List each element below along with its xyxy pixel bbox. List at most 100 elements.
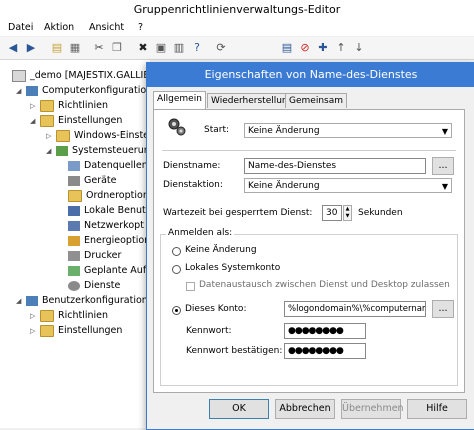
- gear-icon: [68, 280, 80, 291]
- checkbox-datenaustausch[interactable]: [186, 282, 195, 291]
- scissors-icon[interactable]: ✂: [92, 41, 106, 55]
- divider: [162, 150, 456, 151]
- menu-datei[interactable]: Datei: [8, 22, 33, 33]
- tree-netzwerkoptionen[interactable]: Netzwerkopt: [68, 218, 144, 233]
- tab-allgemein[interactable]: Allgemein: [153, 91, 206, 109]
- tree-view-icon[interactable]: ▦: [68, 41, 82, 55]
- folder-icon: [40, 114, 54, 127]
- window-title: Gruppenrichtlinienverwaltungs-Editor: [133, 3, 341, 16]
- forward-arrow-icon[interactable]: ▶: [24, 41, 38, 55]
- folder-up-icon[interactable]: ▤: [50, 41, 64, 55]
- delete-icon[interactable]: ✖: [136, 41, 150, 55]
- refresh-icon[interactable]: ⟳: [214, 41, 228, 55]
- menu-help[interactable]: ?: [138, 22, 143, 33]
- dienstname-input[interactable]: Name-des-Dienstes: [244, 158, 426, 174]
- collapse-icon[interactable]: ◢: [16, 84, 24, 99]
- browse-service-button[interactable]: ...: [432, 157, 454, 175]
- user-icon: [26, 295, 38, 306]
- stop-icon[interactable]: ⊘: [298, 41, 312, 55]
- menu-bar: Datei Aktion Ansicht ?: [0, 19, 474, 36]
- tree-ordneroptionen[interactable]: Ordneroption: [68, 188, 149, 203]
- dienstaktion-label: Dienstaktion:: [163, 180, 223, 190]
- ok-button[interactable]: OK: [209, 399, 269, 419]
- folder-icon: [40, 99, 54, 112]
- dialog-title: Eigenschaften von Name-des-Dienstes: [204, 68, 418, 81]
- folder-icon: [40, 309, 54, 322]
- network-icon: [68, 220, 80, 231]
- task-icon: [68, 265, 80, 276]
- abbrechen-button[interactable]: Abbrechen: [275, 399, 335, 419]
- tree-einstellungen-2[interactable]: ▷ Einstellungen: [30, 323, 122, 338]
- expand-icon[interactable]: ▷: [30, 99, 38, 114]
- tree-benutzer-config[interactable]: ◢ Benutzerkonfiguration: [16, 293, 148, 308]
- policy-icon: [12, 69, 26, 82]
- collapse-icon[interactable]: ◢: [30, 114, 38, 129]
- menu-ansicht[interactable]: Ansicht: [89, 22, 124, 33]
- tree-systemsteuerung[interactable]: ◢ Systemsteuerung: [46, 143, 156, 158]
- export-icon[interactable]: ▥: [172, 41, 186, 55]
- up-icon[interactable]: ↑: [334, 41, 348, 55]
- tree-windows-einstellungen[interactable]: ▷ Windows-Einste: [46, 128, 149, 143]
- radio-dieses-konto[interactable]: [172, 306, 181, 315]
- expand-icon[interactable]: ▷: [46, 129, 54, 144]
- back-arrow-icon[interactable]: ◀: [6, 41, 20, 55]
- konto-input[interactable]: %logondomain%\%computernam: [284, 301, 426, 317]
- chevron-down-icon: ▼: [441, 182, 448, 191]
- tree-geraete[interactable]: Geräte: [68, 173, 117, 188]
- kennwort-input[interactable]: ●●●●●●●●: [284, 323, 366, 339]
- tab-wiederherstellung[interactable]: Wiederherstellung: [207, 93, 298, 108]
- tree-drucker[interactable]: Drucker: [68, 248, 121, 263]
- tree-energieoptionen[interactable]: Energieoption: [68, 233, 150, 248]
- tree-richtlinien-1[interactable]: ▷ Richtlinien: [30, 98, 108, 113]
- start-select[interactable]: Keine Änderung ▼: [244, 123, 452, 138]
- expand-icon[interactable]: ▷: [30, 309, 38, 324]
- dialog-titlebar[interactable]: Eigenschaften von Name-des-Dienstes: [147, 63, 474, 87]
- tree-einstellungen-1[interactable]: ◢ Einstellungen: [30, 113, 122, 128]
- tree-dienste[interactable]: Dienste: [68, 278, 120, 293]
- wartezeit-input[interactable]: 30: [322, 205, 342, 221]
- copy-icon[interactable]: ❐: [110, 41, 124, 55]
- device-icon: [68, 175, 80, 186]
- page-icon[interactable]: ▤: [280, 41, 294, 55]
- menu-aktion[interactable]: Aktion: [44, 22, 74, 33]
- browse-account-button[interactable]: ...: [432, 300, 454, 318]
- uebernehmen-button[interactable]: Übernehmen: [341, 399, 404, 419]
- control-panel-icon: [56, 145, 68, 156]
- tree-root[interactable]: _demo [MAJESTIX.GALLIER: [12, 68, 156, 83]
- wartezeit-spinner[interactable]: ▲ ▼: [343, 205, 352, 221]
- radio-keine-aenderung[interactable]: [172, 247, 181, 256]
- dienstname-label: Dienstname:: [163, 161, 221, 171]
- folder-icon: [40, 324, 54, 337]
- anmelden-label: Anmelden als:: [166, 228, 235, 238]
- radio-lokales-systemkonto[interactable]: [172, 265, 181, 274]
- tab-gemeinsam[interactable]: Gemeinsam: [285, 93, 347, 108]
- expand-icon[interactable]: ▷: [30, 324, 38, 339]
- database-icon: [68, 160, 80, 171]
- chevron-down-icon: ▼: [441, 127, 448, 136]
- folder-icon: [68, 189, 82, 202]
- tree-geplante-aufgaben[interactable]: Geplante Auf: [68, 263, 146, 278]
- computer-icon: [26, 85, 38, 96]
- collapse-icon[interactable]: ◢: [46, 144, 54, 159]
- tree-datenquellen[interactable]: Datenquellen: [68, 158, 148, 173]
- kennwort-bestaetigen-input[interactable]: ●●●●●●●●: [284, 343, 366, 359]
- help-icon[interactable]: ?: [190, 41, 204, 55]
- collapse-icon[interactable]: ◢: [16, 294, 24, 309]
- radio-keine-aenderung-label: Keine Änderung: [185, 245, 257, 255]
- tree-computer-config[interactable]: ◢ Computerkonfiguration: [16, 83, 152, 98]
- radio-lokales-systemkonto-label: Lokales Systemkonto: [185, 263, 281, 273]
- printer-icon: [68, 250, 80, 261]
- down-icon[interactable]: ↓: [352, 41, 366, 55]
- dienstaktion-select[interactable]: Keine Änderung ▼: [244, 178, 452, 193]
- tree-richtlinien-2[interactable]: ▷ Richtlinien: [30, 308, 108, 323]
- add-icon[interactable]: ✚: [316, 41, 330, 55]
- window-titlebar: Gruppenrichtlinienverwaltungs-Editor: [0, 0, 474, 20]
- properties-dialog: Eigenschaften von Name-des-Dienstes Allg…: [146, 62, 474, 430]
- kennwort-label: Kennwort:: [186, 326, 232, 336]
- properties-icon[interactable]: ▣: [154, 41, 168, 55]
- toolbar: ◀ ▶ ▤ ▦ ✂ ❐ ✖ ▣ ▥ ? ⟳ ▤ ⊘ ✚ ↑ ↓: [0, 37, 474, 60]
- tree-lokale-benutzer[interactable]: Lokale Benut: [68, 203, 146, 218]
- radio-dieses-konto-label: Dieses Konto:: [185, 304, 247, 314]
- hilfe-button[interactable]: Hilfe: [407, 399, 467, 419]
- wartezeit-label: Wartezeit bei gesperrtem Dienst:: [163, 208, 313, 218]
